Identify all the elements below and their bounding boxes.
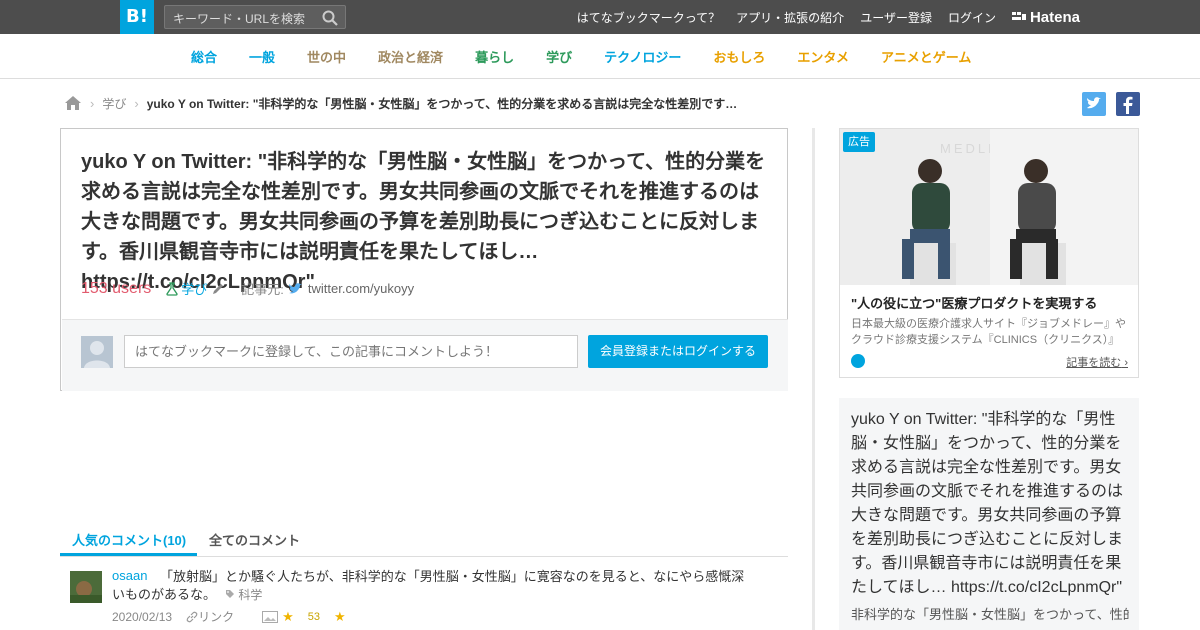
tag-icon — [226, 590, 234, 598]
comment-tag-label: 科学 — [238, 588, 263, 602]
source-label: 記事元: — [241, 282, 284, 297]
commenter-username[interactable]: osaan — [112, 568, 147, 583]
twitter-share-button[interactable] — [1082, 92, 1106, 116]
chevron-right-icon: › — [134, 95, 139, 111]
category-tab-8[interactable]: エンタメ — [797, 47, 849, 66]
category-tab-4[interactable]: 暮らし — [475, 47, 514, 66]
pencil-icon[interactable] — [211, 282, 225, 296]
comment-link[interactable]: リンク — [186, 608, 248, 625]
user-avatar — [81, 336, 113, 368]
breadcrumb-category[interactable]: 学び — [102, 95, 126, 112]
ad-description: 日本最大級の医療介護求人サイト『ジョブメドレー』やクラウド診療支援システム『CL… — [851, 318, 1126, 346]
search-input[interactable]: キーワード・URLを検索 — [173, 10, 305, 27]
category-tab-9[interactable]: アニメとゲーム — [881, 47, 971, 66]
ad-photo: MEDLEY — [840, 129, 1138, 285]
comment-tag[interactable]: 科学 — [225, 586, 262, 603]
hatena-brand-label: Hatena — [1029, 8, 1080, 26]
users-count[interactable]: 153 users — [81, 280, 151, 298]
star-icon: ★ — [282, 608, 294, 624]
category-tab-6[interactable]: テクノロジー — [604, 47, 681, 66]
top-bar: B! キーワード・URLを検索 はてなブックマークって？ アプリ・拡張の紹介 ユ… — [0, 0, 1200, 34]
category-tab-2[interactable]: 世の中 — [307, 47, 346, 66]
ad-read-more-link[interactable]: 記事を読む › — [1066, 354, 1128, 370]
register-link[interactable]: ユーザー登録 — [860, 9, 932, 26]
commenter-avatar[interactable] — [70, 571, 102, 603]
tab-popular-comments[interactable]: 人気のコメント(10) — [72, 530, 186, 549]
home-icon[interactable] — [64, 95, 82, 111]
comment-tabs: 人気のコメント(10) 全てのコメント — [60, 522, 788, 557]
ad-title[interactable]: "人の役に立つ"医療プロダクトを実現する — [851, 293, 1097, 312]
about-link[interactable]: はてなブックマークって？ — [577, 9, 720, 26]
breadcrumb-current: yuko Y on Twitter: "非科学的な「男性脳・女性脳」をつかって、… — [146, 96, 738, 111]
star-count: 53 — [307, 610, 320, 623]
commenter-avatar-image — [70, 571, 102, 603]
column-divider — [812, 128, 815, 630]
source-domain: twitter.com/yukoyy — [307, 281, 415, 296]
hatena-logo-icon — [1011, 12, 1026, 20]
register-login-button[interactable]: 会員登録またはログインする — [588, 335, 768, 368]
add-star-icon[interactable]: ★ — [334, 609, 346, 625]
tab-all-comments[interactable]: 全てのコメント — [209, 530, 300, 549]
apps-link[interactable]: アプリ・拡張の紹介 — [736, 9, 844, 26]
category-tab-3[interactable]: 政治と経済 — [378, 47, 443, 66]
source-link[interactable]: twitter.com/yukoyy — [288, 281, 414, 296]
image-icon — [262, 610, 279, 623]
entry-title[interactable]: yuko Y on Twitter: "非科学的な「男性脳・女性脳」をつかって、… — [81, 147, 771, 297]
comment-form: はてなブックマークに登録して、この記事にコメントしよう！ 会員登録またはログイン… — [62, 319, 788, 391]
entry-category-label: 学び — [181, 282, 208, 297]
hatena-brand[interactable]: Hatena — [1011, 8, 1080, 26]
comment-footer: 2020/02/13 リンク ★ 53 ★ — [112, 608, 374, 625]
search-icon[interactable] — [321, 9, 339, 27]
comment-link-label: リンク — [198, 610, 235, 624]
comment-text: 「放射脳」とか騒ぐ人たちが、非科学的な「男性脳・女性脳」に寛容なのを見ると、なに… — [112, 569, 745, 602]
twitter-bird-icon — [288, 282, 302, 293]
login-link[interactable]: ログイン — [948, 9, 996, 26]
top-nav: はてなブックマークって？ アプリ・拡張の紹介 ユーザー登録 ログイン Haten… — [577, 0, 1200, 34]
ad-card[interactable]: MEDLEY 広告 "人の役に立つ"医療プロダクトを実現する 日本最大級の医療介… — [839, 128, 1139, 378]
comment-input[interactable]: はてなブックマークに登録して、この記事にコメントしよう！ — [124, 335, 578, 368]
category-tab-1[interactable]: 一般 — [249, 47, 275, 66]
category-list: 総合 一般 世の中 政治と経済 暮らし 学び テクノロジー おもしろ エンタメ アニメとゲーム — [191, 34, 1003, 78]
hatena-bookmark-logo[interactable]: B! — [120, 0, 154, 34]
summary-subtext: 非科学的な「男性脳・女性脳」をつかって、性的分業を求める言説は — [851, 607, 1129, 622]
entry-card: yuko Y on Twitter: "非科学的な「男性脳・女性脳」をつかって、… — [60, 128, 788, 391]
advertiser-logo-icon — [851, 354, 865, 368]
breadcrumb: › 学び › yuko Y on Twitter: "非科学的な「男性脳・女性脳… — [64, 94, 747, 112]
ad-read-more-label: 記事を読む — [1066, 357, 1122, 369]
facebook-share-button[interactable] — [1116, 92, 1140, 116]
entry-meta: 153 users 学び 記事元: twitter.com/yukoyy — [81, 279, 414, 298]
summary-text: yuko Y on Twitter: "非科学的な「男性脳・女性脳」をつかって、… — [851, 411, 1124, 596]
search-box[interactable]: キーワード・URLを検索 — [164, 5, 346, 29]
flask-icon — [166, 281, 178, 296]
ad-badge: 広告 — [843, 132, 875, 152]
comment-stars[interactable]: ★ 53 ★ — [262, 609, 360, 625]
ad-image[interactable]: MEDLEY — [840, 129, 1138, 285]
category-tab-0[interactable]: 総合 — [191, 47, 217, 66]
default-avatar-icon — [84, 341, 110, 368]
category-bar: 総合 一般 世の中 政治と経済 暮らし 学び テクノロジー おもしろ エンタメ アニメとゲーム — [0, 34, 1200, 79]
active-tab-indicator — [60, 553, 197, 556]
link-icon — [186, 611, 198, 622]
twitter-icon — [1087, 97, 1101, 109]
chevron-right-icon: › — [90, 95, 95, 111]
category-tab-5[interactable]: 学び — [546, 47, 572, 66]
comment-date[interactable]: 2020/02/13 — [112, 610, 172, 624]
entry-category-tag[interactable]: 学び — [165, 279, 225, 298]
entry-summary: yuko Y on Twitter: "非科学的な「男性脳・女性脳」をつかって、… — [839, 398, 1139, 630]
category-tab-7[interactable]: おもしろ — [713, 47, 765, 66]
facebook-icon — [1123, 96, 1133, 114]
